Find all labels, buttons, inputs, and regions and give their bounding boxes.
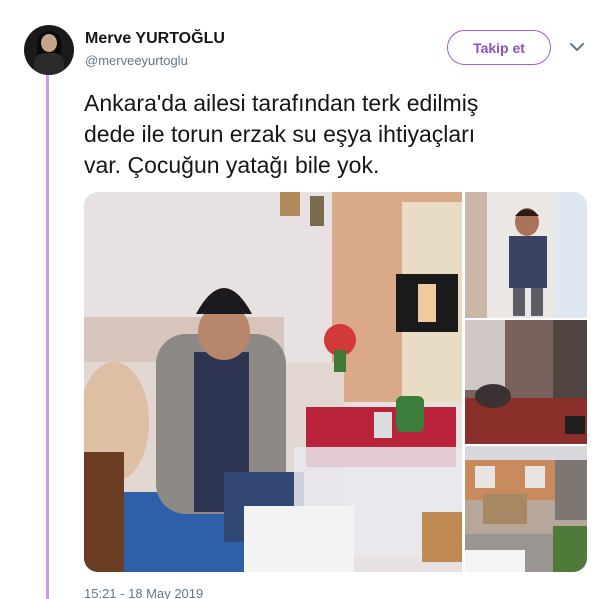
photo-boy-drawing bbox=[465, 192, 587, 318]
photo-exterior-drawing bbox=[465, 446, 587, 572]
photo-room[interactable] bbox=[465, 320, 587, 444]
media-grid bbox=[84, 192, 587, 572]
photo-exterior[interactable] bbox=[465, 446, 587, 572]
author-handle[interactable]: @merveeyurtoglu bbox=[85, 53, 188, 68]
tweet-text-line: dede ile torun erzak su eşya ihtiyaçları bbox=[84, 121, 476, 147]
photo-elderly-man-drawing bbox=[84, 192, 462, 572]
photo-elderly-man[interactable] bbox=[84, 192, 462, 572]
avatar-body bbox=[34, 53, 64, 75]
photo-boy[interactable] bbox=[465, 192, 587, 318]
avatar[interactable] bbox=[24, 25, 74, 75]
tweet-text-line: var. Çocuğun yatağı bile yok. bbox=[84, 152, 380, 178]
follow-button[interactable]: Takip et bbox=[447, 30, 551, 65]
tweet-text: Ankara'da ailesi tarafından terk edilmiş… bbox=[84, 88, 584, 181]
photo-room-drawing bbox=[465, 320, 587, 444]
author-name[interactable]: Merve YURTOĞLU bbox=[85, 30, 225, 48]
thread-line bbox=[46, 74, 49, 599]
tweet-timestamp[interactable]: 15:21 - 18 May 2019 bbox=[84, 586, 203, 599]
tweet-text-line: Ankara'da ailesi tarafından terk edilmiş bbox=[84, 90, 479, 116]
avatar-face bbox=[41, 34, 57, 52]
chevron-down-icon[interactable] bbox=[568, 40, 586, 54]
